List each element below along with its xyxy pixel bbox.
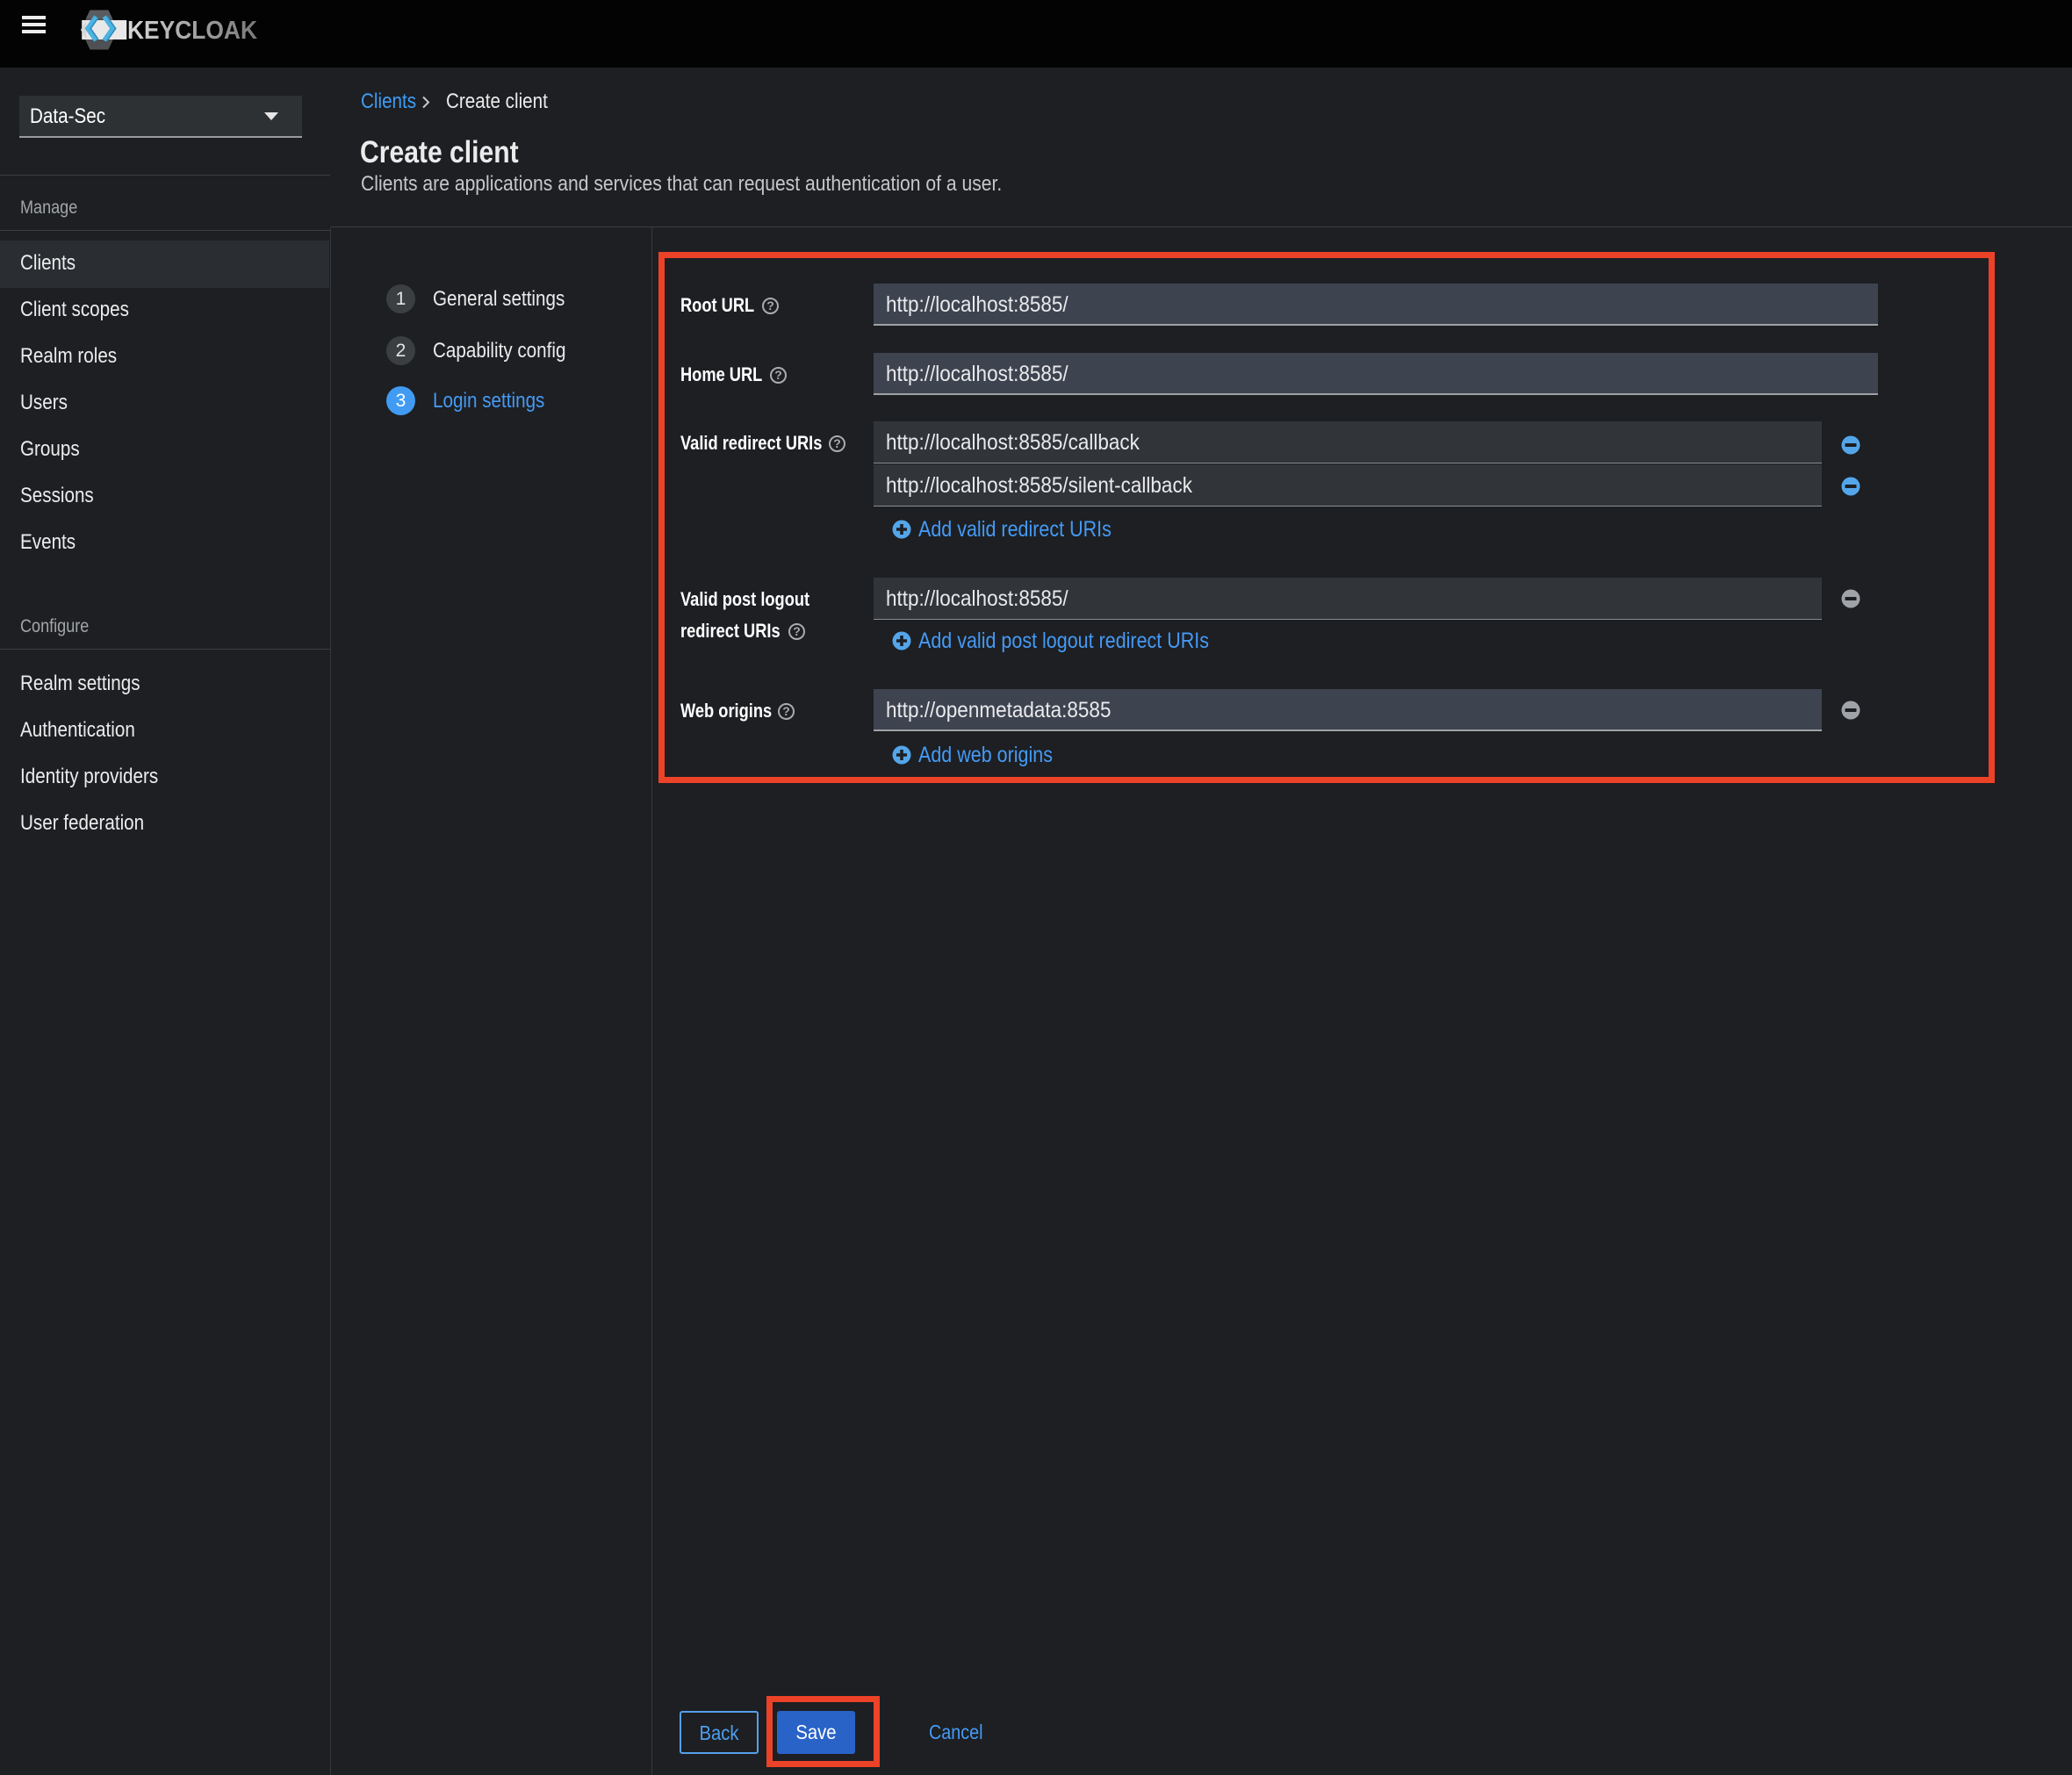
svg-text:KEYCLOAK: KEYCLOAK (127, 17, 257, 45)
